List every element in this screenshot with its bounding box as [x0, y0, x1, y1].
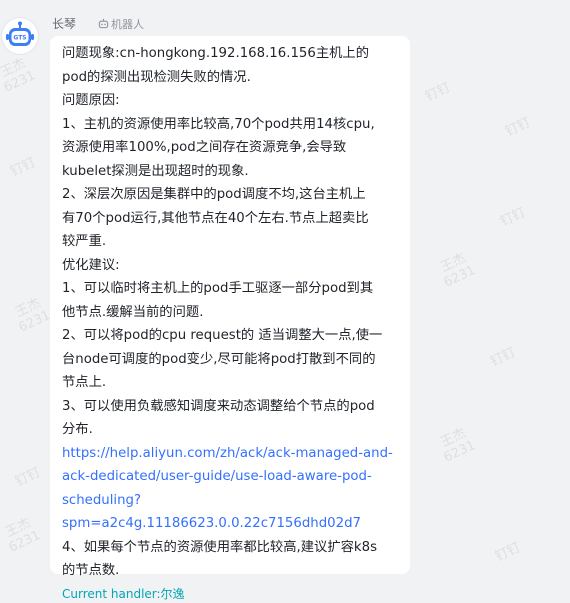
watermark-app: 钉钉 [488, 345, 518, 370]
message-line: 他节点.缓解当前的问题. [62, 304, 204, 320]
current-handler: Current handler:尔逸 [62, 586, 185, 601]
message-line: pod的探测出现检测失败的情况. [62, 69, 251, 85]
link-line[interactable]: https://help.aliyun.com/zh/ack/ack-manag… [62, 442, 400, 466]
watermark: 王杰 6231 [435, 249, 478, 291]
message-line: 1、可以临时将主机上的pod手工驱逐一部分pod到其 [62, 281, 374, 296]
watermark-app: 钉钉 [498, 205, 528, 230]
avatar-label: GTS [13, 35, 26, 42]
watermark-id: 6231 [441, 263, 478, 291]
message-line: 节点上. [62, 375, 107, 390]
watermark: 钉钉 [8, 155, 38, 180]
message-body: 问题现象:cn-hongkong.192.168.16.156主机上的 pod的探… [62, 42, 400, 442]
watermark: 钉钉 [498, 205, 528, 230]
watermark-id: 6231 [6, 528, 43, 556]
watermark-name: 王杰 [3, 515, 34, 541]
watermark: 钉钉 [13, 465, 43, 490]
watermark-app: 钉钉 [493, 540, 523, 565]
help-link[interactable]: https://help.aliyun.com/zh/ack/ack-manag… [62, 442, 400, 536]
message-line: 较严重. [62, 234, 107, 249]
bot-tag-label: 机器人 [111, 17, 145, 31]
message-line: 1、主机的资源使用率比较高,70个pod共用14核cpu, [62, 116, 375, 132]
watermark: 王杰 6231 [0, 514, 43, 556]
watermark-id: 6231 [16, 308, 53, 336]
sender-name[interactable]: 长琴 [52, 15, 76, 32]
watermark-name: 王杰 [438, 250, 469, 276]
message-line: 2、深层次原因是集群中的pod调度不均,这台主机上 [62, 187, 366, 202]
message-line: 有70个pod运行,其他节点在40个左右.节点上超卖比 [62, 210, 369, 226]
message-line: 4、如果每个节点的资源使用率都比较高,建议扩容k8s [62, 539, 378, 555]
watermark-id: 6231 [1, 68, 38, 96]
message-tail: 4、如果每个节点的资源使用率都比较高,建议扩容k8s 的节点数. [62, 536, 400, 583]
watermark-id: 6231 [441, 438, 478, 466]
watermark-app: 钉钉 [8, 155, 38, 180]
watermark: 王杰 6231 [435, 424, 478, 466]
bot-tag: 机器人 [98, 16, 144, 32]
message-line: kubelet探测是出现超时的现象. [62, 163, 249, 179]
watermark: 钉钉 [493, 540, 523, 565]
watermark-name: 王杰 [0, 55, 29, 81]
message-line: 问题现象:cn-hongkong.192.168.16.156主机上的 [62, 46, 370, 61]
link-line[interactable]: ack-dedicated/user-guide/use-load-aware-… [62, 465, 400, 489]
watermark-name: 王杰 [438, 425, 469, 451]
watermark-name: 王杰 [13, 295, 44, 321]
message-line: 资源使用率100%,pod之间存在资源竞争,会导致 [62, 140, 347, 155]
watermark: 钉钉 [488, 345, 518, 370]
message-line: 问题原因: [62, 93, 120, 108]
message-line: 2、可以将pod的cpu request的 适当调整大一点,使一 [62, 328, 383, 343]
watermark-app: 钉钉 [13, 465, 43, 490]
message-line: 优化建议: [62, 257, 120, 273]
message-bubble[interactable]: 问题现象:cn-hongkong.192.168.16.156主机上的 pod的探… [50, 36, 410, 601]
watermark: 钉钉 [503, 115, 533, 140]
watermark: 王杰 6231 [0, 54, 38, 96]
message-line: 台node可调度的pod变少,尽可能将pod打散到不同的 [62, 351, 376, 367]
watermark: 王杰 6231 [10, 294, 53, 336]
robot-icon: GTS [6, 21, 34, 46]
message-line: 的节点数. [62, 563, 120, 578]
bot-avatar[interactable]: GTS [2, 18, 38, 54]
message-line: 3、可以使用负载感知调度来动态调整给个节点的pod [62, 398, 375, 414]
link-line[interactable]: spm=a2c4g.11186623.0.0.22c7156dhd02d7 [62, 512, 400, 536]
watermark: 钉钉 [423, 80, 453, 105]
robot-tag-icon [98, 18, 109, 29]
watermark-app: 钉钉 [423, 80, 453, 105]
watermark-app: 钉钉 [503, 115, 533, 140]
message-line: 分布. [62, 422, 93, 437]
link-line[interactable]: scheduling? [62, 489, 400, 513]
message-header: 长琴 机器人 [52, 15, 144, 32]
